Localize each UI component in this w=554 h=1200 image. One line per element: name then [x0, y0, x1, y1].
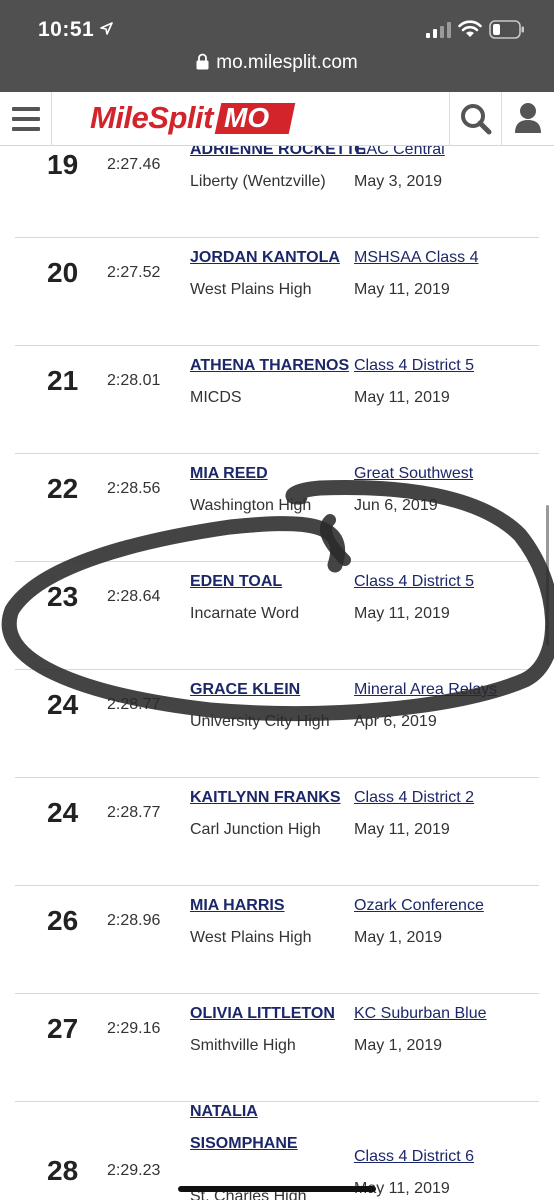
rankings-list: 19 2:27.46 ADRIENNE ROCKETTE Liberty (We… [0, 146, 554, 1200]
user-icon [515, 103, 541, 133]
team-name: University City High [190, 713, 330, 730]
rank-number: 20 [47, 257, 79, 288]
ranking-row: 27 2:29.16 OLIVIA LITTLETON Smithville H… [15, 994, 539, 1102]
athlete-link[interactable]: JORDAN KANTOLA [190, 249, 340, 267]
meet-date: May 11, 2019 [354, 389, 450, 406]
site-header: MileSplit MO [0, 92, 554, 146]
wifi-icon [458, 20, 482, 37]
cellular-signal-icon [426, 22, 451, 38]
rank-number: 22 [47, 473, 79, 504]
athlete-link[interactable]: ADRIENNE ROCKETTE [190, 146, 366, 159]
ranking-row: 24 2:28.77 KAITLYNN FRANKS Carl Junction… [15, 778, 539, 886]
address-bar[interactable]: mo.milesplit.com [0, 52, 554, 82]
meet-date: May 11, 2019 [354, 281, 450, 298]
account-button[interactable] [501, 92, 554, 146]
search-button[interactable] [449, 92, 501, 146]
meet-date: May 11, 2019 [354, 605, 450, 622]
logo-state-text: MO [224, 102, 270, 133]
meet-link[interactable]: KC Suburban Blue [354, 1005, 487, 1023]
location-arrow-icon [100, 22, 113, 35]
ranking-row: 22 2:28.56 MIA REED Washington High Grea… [15, 454, 539, 562]
team-name: MICDS [190, 389, 242, 406]
athlete-link[interactable]: NATALIA SISOMPHANE [190, 1096, 340, 1160]
athlete-link[interactable]: OLIVIA LITTLETON [190, 1005, 335, 1023]
meet-link[interactable]: Class 4 District 6 [354, 1148, 474, 1166]
ranking-row: 26 2:28.96 MIA HARRIS West Plains High O… [15, 886, 539, 994]
ranking-row: 20 2:27.52 JORDAN KANTOLA West Plains Hi… [15, 238, 539, 346]
athlete-link[interactable]: MIA HARRIS [190, 897, 285, 915]
time-mark: 2:28.96 [107, 912, 161, 929]
meet-date: Apr 6, 2019 [354, 713, 437, 730]
search-icon [461, 104, 492, 135]
ranking-row: 21 2:28.01 ATHENA THARENOS MICDS Class 4… [15, 346, 539, 454]
athlete-link[interactable]: MIA REED [190, 465, 268, 483]
team-name: West Plains High [190, 929, 312, 946]
lock-icon [196, 53, 209, 70]
athlete-link[interactable]: GRACE KLEIN [190, 681, 300, 699]
meet-date: Jun 6, 2019 [354, 497, 438, 514]
team-name: Incarnate Word [190, 605, 300, 622]
menu-icon-bar [12, 117, 40, 121]
rank-number: 21 [47, 365, 79, 396]
time-mark: 2:27.52 [107, 264, 161, 281]
meet-link[interactable]: Class 4 District 5 [354, 573, 474, 591]
meet-date: May 11, 2019 [354, 821, 450, 838]
meet-link[interactable]: Class 4 District 2 [354, 789, 474, 807]
meet-date: May 1, 2019 [354, 929, 443, 946]
status-time: 10:51 [38, 18, 95, 41]
rank-number: 26 [47, 905, 79, 936]
meet-link[interactable]: Class 4 District 5 [354, 357, 474, 375]
url-text: mo.milesplit.com [216, 52, 358, 73]
athlete-link[interactable]: KAITLYNN FRANKS [190, 789, 341, 807]
team-name: Smithville High [190, 1037, 296, 1054]
rank-number: 27 [47, 1013, 79, 1044]
meet-link[interactable]: Great Southwest [354, 465, 473, 483]
page-scrollbar[interactable] [546, 505, 549, 645]
athlete-link[interactable]: EDEN TOAL [190, 573, 282, 591]
battery-icon [489, 20, 524, 39]
time-mark: 2:28.77 [107, 696, 161, 713]
time-mark: 2:28.01 [107, 372, 161, 389]
ranking-row-highlighted: 23 2:28.64 EDEN TOAL Incarnate Word Clas… [15, 562, 539, 670]
team-name: Carl Junction High [190, 821, 321, 838]
ranking-row: 24 2:28.77 GRACE KLEIN University City H… [15, 670, 539, 778]
home-indicator[interactable] [178, 1186, 376, 1192]
browser-status-bar: 10:51 mo.milesplit.com [0, 0, 554, 92]
team-name: Liberty (Wentzville) [190, 173, 326, 190]
rank-number: 24 [47, 797, 79, 828]
time-mark: 2:27.46 [107, 156, 161, 173]
menu-icon-bar [12, 127, 40, 131]
time-mark: 2:28.56 [107, 480, 161, 497]
rank-number: 23 [47, 581, 79, 612]
team-name: West Plains High [190, 281, 312, 298]
menu-button[interactable] [0, 92, 52, 146]
meet-date: May 3, 2019 [354, 173, 443, 190]
rank-number: 24 [47, 689, 79, 720]
time-mark: 2:29.16 [107, 1020, 161, 1037]
meet-date: May 1, 2019 [354, 1037, 443, 1054]
meet-link[interactable]: Ozark Conference [354, 897, 484, 915]
rank-number: 28 [47, 1155, 79, 1186]
meet-link[interactable]: MSHSAA Class 4 [354, 249, 478, 267]
time-mark: 2:28.64 [107, 588, 161, 605]
ranking-row: 19 2:27.46 ADRIENNE ROCKETTE Liberty (We… [15, 146, 539, 238]
menu-icon [12, 107, 40, 111]
athlete-link[interactable]: ATHENA THARENOS [190, 357, 349, 375]
rank-number: 19 [47, 149, 79, 180]
logo-wordmark: MileSplit [90, 100, 213, 135]
time-mark: 2:28.77 [107, 804, 161, 821]
meet-link[interactable]: GAC Central [354, 146, 445, 159]
time-mark: 2:29.23 [107, 1162, 161, 1179]
team-name: Washington High [190, 497, 312, 514]
meet-link[interactable]: Mineral Area Relays [354, 681, 497, 699]
